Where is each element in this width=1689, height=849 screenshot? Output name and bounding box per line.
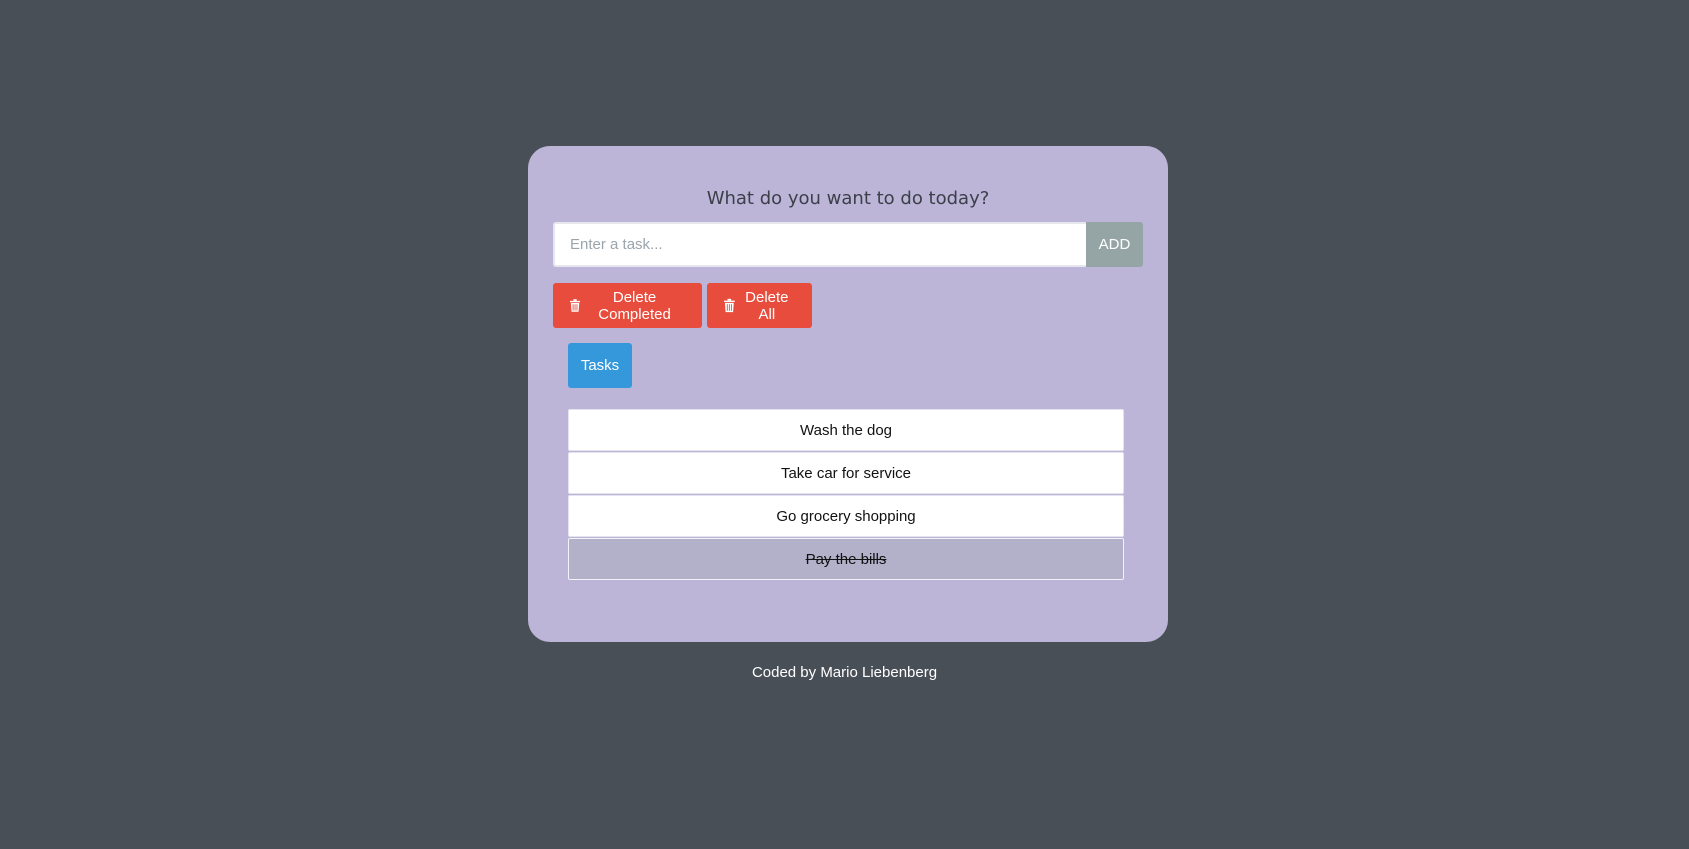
list-item-completed[interactable]: Pay the bills <box>568 538 1124 580</box>
action-buttons: Delete Completed Delete All <box>553 283 812 328</box>
task-input[interactable] <box>553 222 1086 267</box>
delete-all-button[interactable]: Delete All <box>707 283 812 328</box>
page-title: What do you want to do today? <box>706 188 990 209</box>
task-list: Wash the dog Take car for service Go gro… <box>568 409 1124 581</box>
list-item[interactable]: Go grocery shopping <box>568 495 1124 537</box>
add-button[interactable]: ADD <box>1086 222 1143 267</box>
trash-icon <box>570 299 581 312</box>
delete-all-label: Delete All <box>745 288 789 323</box>
delete-completed-button[interactable]: Delete Completed <box>553 283 702 328</box>
list-item[interactable]: Take car for service <box>568 452 1124 494</box>
todo-card: What do you want to do today? ADD Delete… <box>528 146 1168 642</box>
list-item[interactable]: Wash the dog <box>568 409 1124 451</box>
trash-icon <box>724 298 735 313</box>
delete-completed-label: Delete Completed <box>598 288 671 323</box>
tab-tasks[interactable]: Tasks <box>568 343 632 388</box>
footer-credit: Coded by Mario Liebenberg <box>751 664 938 681</box>
add-task-row: ADD <box>553 222 1143 267</box>
